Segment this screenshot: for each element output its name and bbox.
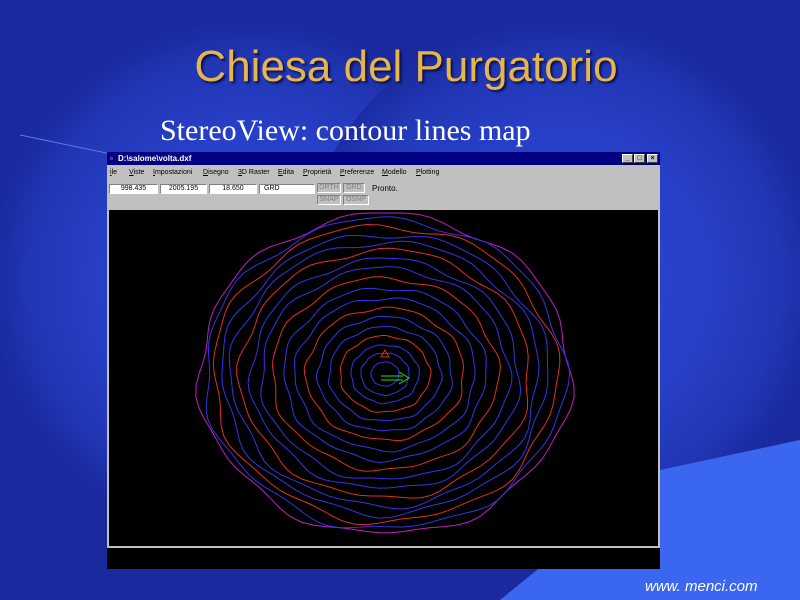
contour-line xyxy=(315,315,453,432)
menu-file[interactable]: ile xyxy=(110,166,117,180)
menu-modello[interactable]: Modello xyxy=(382,166,407,180)
contour-line xyxy=(236,247,529,499)
coord-z: 18.650 xyxy=(209,184,257,194)
footer-url: www. menci.com xyxy=(645,578,758,595)
contour-map xyxy=(195,212,575,534)
minimize-button[interactable]: _ xyxy=(622,154,633,163)
contour-line xyxy=(212,223,561,526)
contour-line xyxy=(260,266,513,480)
mode-osnp[interactable]: OSNP xyxy=(343,195,369,205)
contour-line xyxy=(272,276,501,472)
close-button[interactable]: × xyxy=(647,154,658,163)
menu-edita[interactable]: Edita xyxy=(278,166,294,180)
slide-subtitle: StereoView: contour lines map xyxy=(160,114,531,147)
mode-grd[interactable]: GRD xyxy=(343,183,365,193)
grid-status: GRD xyxy=(259,184,315,194)
contour-line xyxy=(327,325,443,422)
app-window: ▫ D:\salome\volta.dxf _ □ × ile Viste Im… xyxy=(107,152,660,569)
status-message: Pronto. xyxy=(372,184,398,193)
menu-impostazioni[interactable]: Impostazioni xyxy=(153,166,192,180)
menu-bar: ile Viste Impostazioni Disegno 3D Raster… xyxy=(107,166,660,180)
contour-line xyxy=(247,257,522,489)
menu-disegno[interactable]: Disegno xyxy=(203,166,229,180)
coord-x: 998.435 xyxy=(109,184,158,194)
mode-snap[interactable]: SNAP xyxy=(317,195,341,205)
menu-3d-raster[interactable]: 3D Raster xyxy=(238,166,270,180)
bottom-bar xyxy=(107,548,660,569)
maximize-button[interactable]: □ xyxy=(634,154,645,163)
contour-line xyxy=(293,297,476,453)
contour-line xyxy=(283,287,487,463)
mode-orth[interactable]: ORTH xyxy=(317,183,341,193)
contour-line xyxy=(205,216,571,529)
contour-line xyxy=(370,361,400,387)
menu-preferenze[interactable]: Preferenze xyxy=(340,166,374,180)
menu-plotting[interactable]: Plotting xyxy=(416,166,439,180)
window-titlebar[interactable]: ▫ D:\salome\volta.dxf _ □ × xyxy=(107,152,660,165)
slide-title: Chiesa del Purgatorio xyxy=(194,42,618,91)
menu-viste[interactable]: Viste xyxy=(129,166,144,180)
menu-proprieta[interactable]: Proprietà xyxy=(303,166,331,180)
contour-line xyxy=(339,334,432,413)
contour-line xyxy=(360,352,410,397)
drawing-canvas[interactable] xyxy=(109,210,658,546)
app-icon[interactable]: ▫ xyxy=(110,152,113,165)
coord-y: 2005.195 xyxy=(160,184,207,194)
window-title: D:\salome\volta.dxf xyxy=(118,154,192,163)
